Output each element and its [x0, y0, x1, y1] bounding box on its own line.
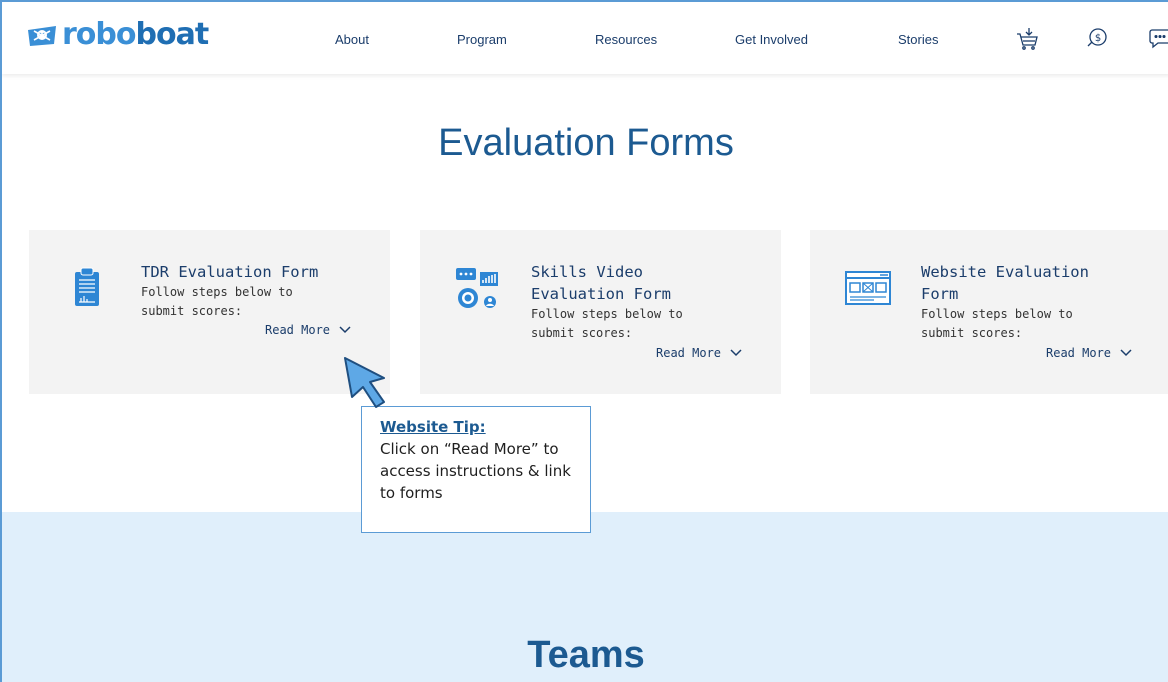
donate-coin-icon[interactable]: $ [1085, 26, 1109, 50]
chat-bubble-icon[interactable] [1148, 26, 1168, 50]
card-title: Skills Video Evaluation Form [531, 261, 671, 305]
card-title-line: Evaluation Form [531, 285, 671, 303]
read-more-toggle[interactable]: Read More [656, 346, 743, 360]
logo-wordmark: roboboat [62, 17, 210, 52]
card-skills-video-evaluation: Skills Video Evaluation Form Follow step… [420, 230, 781, 394]
shopping-cart-icon[interactable] [1015, 26, 1039, 50]
read-more-label: Read More [265, 323, 331, 337]
card-description-line: Follow steps below to [141, 285, 293, 299]
nav-about[interactable]: About [335, 32, 369, 47]
chevron-down-icon [339, 326, 351, 334]
nav-get-involved[interactable]: Get Involved [735, 32, 808, 47]
logo-text-right: boat [135, 17, 210, 52]
card-description: Follow steps below to submit scores: [141, 283, 293, 321]
browser-viewport: roboboat About Program Resources Get Inv… [0, 0, 1168, 682]
website-tip-callout: Website Tip: Click on “Read More” to acc… [361, 406, 591, 533]
svg-text:$: $ [1095, 33, 1101, 44]
clipboard-report-icon [75, 267, 99, 306]
chevron-down-icon [730, 349, 742, 357]
nav-stories[interactable]: Stories [898, 32, 938, 47]
card-title: TDR Evaluation Form [141, 261, 318, 283]
site-logo[interactable]: roboboat [26, 17, 210, 52]
tip-body: Click on “Read More” to access instructi… [380, 440, 571, 502]
card-website-evaluation: Website Evaluation Form Follow steps bel… [810, 230, 1168, 394]
card-title-line: Form [921, 285, 959, 303]
card-description: Follow steps below to submit scores: [921, 305, 1073, 343]
read-more-toggle[interactable]: Read More [1046, 346, 1133, 360]
logo-text-left: robo [62, 17, 136, 52]
video-skills-gears-icon [456, 268, 498, 308]
card-description-line: Follow steps below to [921, 307, 1073, 321]
card-title-line: Skills Video [531, 263, 643, 281]
website-browser-icon [845, 271, 891, 305]
card-title-line: TDR Evaluation Form [141, 263, 319, 281]
card-description-line: submit scores: [531, 326, 633, 340]
read-more-label: Read More [1046, 346, 1112, 360]
card-title: Website Evaluation Form [921, 261, 1089, 305]
card-description-line: submit scores: [921, 326, 1023, 340]
mouse-pointer-icon [344, 357, 385, 408]
nav-resources[interactable]: Resources [595, 32, 657, 47]
card-description-line: submit scores: [141, 304, 243, 318]
card-title-line: Website Evaluation [921, 263, 1089, 281]
read-more-label: Read More [656, 346, 722, 360]
tip-heading: Website Tip: [380, 418, 486, 436]
nav-program[interactable]: Program [457, 32, 507, 47]
section-title-teams: Teams [527, 634, 645, 676]
card-tdr-evaluation: TDR Evaluation Form Follow steps below t… [29, 230, 390, 394]
card-description: Follow steps below to submit scores: [531, 305, 683, 343]
site-header: roboboat About Program Resources Get Inv… [2, 2, 1168, 74]
pirate-flag-logo-icon [28, 26, 56, 46]
read-more-toggle[interactable]: Read More [265, 323, 352, 337]
card-description-line: Follow steps below to [531, 307, 683, 321]
chevron-down-icon [1120, 349, 1132, 357]
page-title: Evaluation Forms [438, 122, 734, 164]
